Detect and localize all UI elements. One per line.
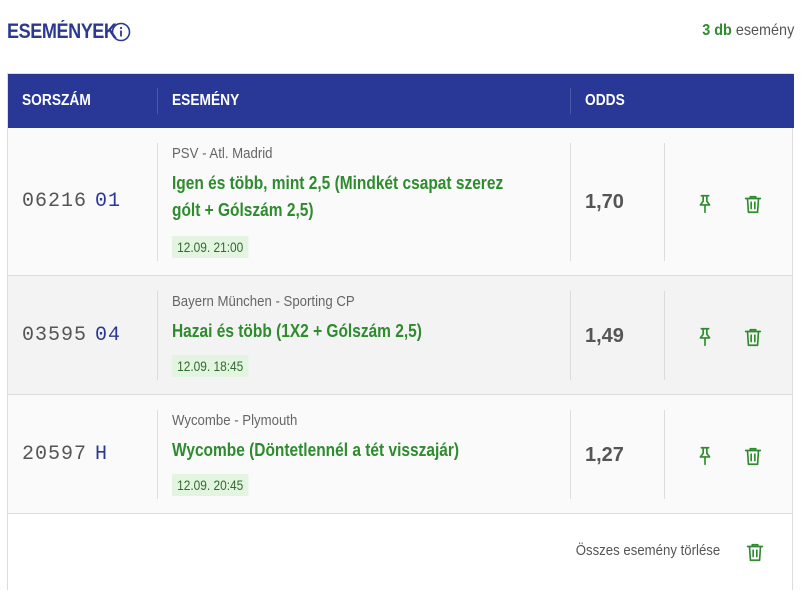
page-title: ESEMÉNYEK <box>7 20 117 43</box>
pin-icon[interactable] <box>694 445 716 467</box>
pin-icon[interactable] <box>694 326 716 348</box>
event-count-number: 3 db <box>701 22 732 39</box>
event-count: 3 db esemény <box>702 22 794 40</box>
event-code-number: 03595 <box>22 324 88 347</box>
table-row: 03595 04 Bayern München - Sporting CP Haz… <box>8 276 792 395</box>
column-header-sorszam: SORSZÁM <box>22 92 91 109</box>
cell-divider <box>157 410 158 499</box>
bet-description-line: gólt + Gólszám 2,5) <box>172 200 314 220</box>
cell-divider <box>664 291 665 380</box>
event-code: 03595 04 <box>22 324 121 347</box>
event-date: 12.09. 21:00 <box>172 236 249 258</box>
bet-description-line: Hazai és több (1X2 + Gólszám 2,5) <box>172 321 422 341</box>
bet-description-line: Wycombe (Döntetlennél a tét visszajár) <box>172 440 460 460</box>
event-code-suffix: 01 <box>95 190 122 213</box>
cell-divider <box>570 143 571 261</box>
table-row: 06216 01 PSV - Atl. Madrid Igen és több, … <box>8 128 792 276</box>
cell-divider <box>664 143 665 261</box>
bet-description: Hazai és több (1X2 + Gólszám 2,5) <box>172 318 516 345</box>
pin-icon[interactable] <box>694 193 716 215</box>
bet-description: Wycombe (Döntetlennél a tét visszajár) <box>172 437 516 464</box>
table-footer: Összes esemény törlése <box>8 514 792 590</box>
column-header-odds: ODDS <box>585 92 625 109</box>
trash-icon[interactable] <box>742 445 764 467</box>
events-table: SORSZÁM ESEMÉNY ODDS 06216 01 PSV - Atl. … <box>7 73 794 590</box>
cell-divider <box>157 143 158 261</box>
cell-divider <box>664 410 665 499</box>
column-divider <box>157 88 158 114</box>
odds-value: 1,70 <box>585 191 624 213</box>
event-count-label: esemény <box>735 22 794 39</box>
match-name: Wycombe - Plymouth <box>172 412 298 429</box>
match-name: PSV - Atl. Madrid <box>172 145 273 162</box>
odds-value: 1,49 <box>585 325 624 347</box>
trash-icon[interactable] <box>742 193 764 215</box>
table-row: 20597 H Wycombe - Plymouth Wycombe (Dönte… <box>8 395 792 514</box>
column-divider <box>570 88 571 114</box>
odds-value: 1,27 <box>585 444 624 466</box>
cell-divider <box>570 410 571 499</box>
event-date: 12.09. 18:45 <box>172 355 249 377</box>
event-date: 12.09. 20:45 <box>172 474 249 496</box>
events-header: ESEMÉNYEK 3 db esemény <box>7 18 794 48</box>
trash-icon[interactable] <box>744 541 766 563</box>
trash-icon[interactable] <box>742 326 764 348</box>
match-name: Bayern München - Sporting CP <box>172 293 355 310</box>
event-code: 06216 01 <box>22 190 121 213</box>
clear-all-button[interactable]: Összes esemény törlése <box>575 542 720 559</box>
event-code: 20597 H <box>22 443 108 466</box>
cell-divider <box>157 291 158 380</box>
event-code-number: 06216 <box>22 190 88 213</box>
event-code-suffix: 04 <box>95 324 122 347</box>
info-icon[interactable] <box>111 22 131 42</box>
table-header: SORSZÁM ESEMÉNY ODDS <box>8 74 794 128</box>
bet-description-line: Igen és több, mint 2,5 (Mindkét csapat s… <box>172 173 504 193</box>
column-header-esemeny: ESEMÉNY <box>172 92 240 109</box>
bet-description: Igen és több, mint 2,5 (Mindkét csapat s… <box>172 170 516 224</box>
event-code-suffix: H <box>95 443 109 466</box>
cell-divider <box>570 291 571 380</box>
event-code-number: 20597 <box>22 443 88 466</box>
